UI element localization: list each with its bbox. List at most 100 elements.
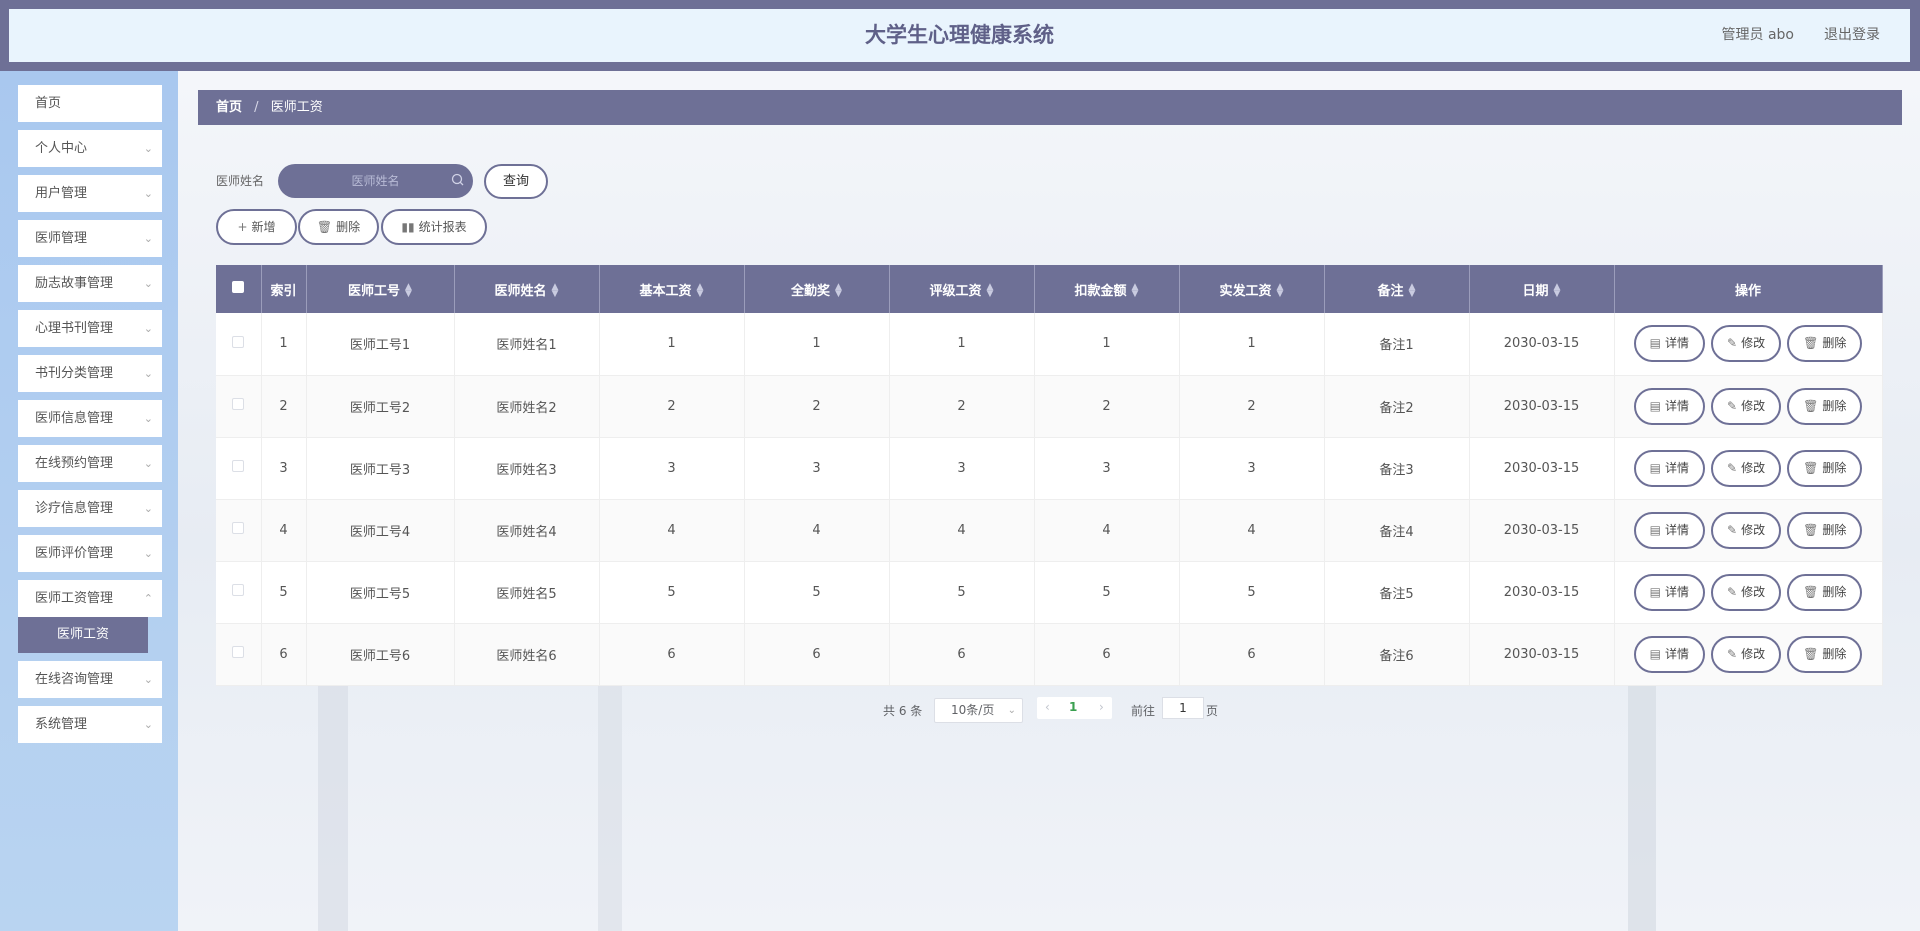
add-button[interactable]: + 新增 — [216, 209, 297, 245]
row-delete-button[interactable]: 🗑 删除 — [1787, 573, 1863, 611]
trash-icon: 🗑 — [1803, 522, 1819, 537]
prev-page-icon[interactable]: ‹ — [1045, 700, 1050, 714]
search-input[interactable] — [278, 164, 473, 198]
chevron-down-icon: ⌄ — [143, 718, 153, 731]
document-icon: ▤ — [1649, 584, 1661, 599]
sidebar-item-story-management[interactable]: 励志故事管理 ⌄ — [18, 265, 162, 302]
table-cell-name: 医师姓名4 — [454, 499, 600, 562]
table-cell-attendance: 6 — [744, 623, 890, 686]
sort-icon[interactable]: ▲ ▼ — [405, 283, 412, 299]
sort-icon[interactable]: ▲ ▼ — [987, 283, 994, 299]
sidebar-item-doctor-info[interactable]: 医师信息管理 ⌄ — [18, 400, 162, 437]
row-checkbox[interactable] — [232, 398, 245, 410]
bar-chart-icon: ▮▮ — [401, 220, 415, 234]
row-select-cell[interactable] — [216, 437, 262, 500]
table-cell-name: 医师姓名6 — [454, 623, 600, 686]
row-delete-button[interactable]: 🗑 删除 — [1787, 635, 1863, 673]
row-checkbox[interactable] — [232, 335, 245, 348]
table-cell-note: 备注2 — [1324, 375, 1470, 438]
column-header[interactable]: 全勤奖 ▲ ▼ — [744, 265, 890, 313]
edit-button[interactable]: ✎ 修改 — [1711, 387, 1782, 425]
detail-button[interactable]: ▤ 详情 — [1633, 511, 1706, 549]
sidebar-item-label: 在线预约管理 — [35, 456, 114, 471]
edit-button-label: 修改 — [1741, 522, 1766, 537]
page-size-select[interactable]: 10条/页 ⌄ — [934, 698, 1023, 723]
row-checkbox[interactable] — [232, 460, 245, 472]
sidebar-item-consultation[interactable]: 在线咨询管理 ⌄ — [18, 661, 162, 698]
sidebar-item-doctor-review[interactable]: 医师评价管理 ⌄ — [18, 535, 162, 572]
table-cell-name: 医师姓名3 — [454, 437, 600, 500]
page-number[interactable]: 1 — [1069, 700, 1077, 714]
logout-link[interactable]: 退出登录 — [1824, 9, 1880, 62]
sort-icon[interactable]: ▲ ▼ — [697, 283, 704, 299]
sidebar-item-appointment[interactable]: 在线预约管理 ⌄ — [18, 445, 162, 482]
sort-icon[interactable]: ▲ ▼ — [835, 283, 842, 299]
sort-icon[interactable]: ▲ ▼ — [1409, 283, 1416, 299]
select-all-cell[interactable] — [216, 265, 262, 313]
edit-button[interactable]: ✎ 修改 — [1711, 573, 1782, 611]
detail-button[interactable]: ▤ 详情 — [1633, 387, 1706, 425]
table-cell-grade: 6 — [889, 623, 1035, 686]
select-all-checkbox[interactable] — [232, 281, 245, 293]
pencil-icon: ✎ — [1727, 336, 1738, 351]
sort-icon[interactable]: ▲ ▼ — [552, 283, 559, 299]
table-cell-actual: 1 — [1179, 313, 1325, 376]
row-select-cell[interactable] — [216, 499, 262, 562]
row-actions: ▤ 详情 ✎ 修改 🗑 删除 — [1614, 623, 1883, 686]
edit-button[interactable]: ✎ 修改 — [1711, 325, 1782, 363]
edit-button[interactable]: ✎ 修改 — [1711, 511, 1782, 549]
column-header[interactable]: 基本工资 ▲ ▼ — [599, 265, 745, 313]
page-navigator: ‹ 1 › — [1037, 697, 1112, 719]
sort-icon[interactable]: ▲ ▼ — [1132, 283, 1139, 299]
report-button[interactable]: ▮▮ 统计报表 — [381, 209, 487, 245]
sidebar-item-diagnosis[interactable]: 诊疗信息管理 ⌄ — [18, 490, 162, 527]
sidebar-item-home[interactable]: 首页 — [18, 85, 162, 122]
edit-button[interactable]: ✎ 修改 — [1711, 449, 1782, 487]
row-select-cell[interactable] — [216, 313, 262, 376]
detail-button[interactable]: ▤ 详情 — [1633, 449, 1706, 487]
row-checkbox[interactable] — [232, 646, 245, 658]
sort-icon[interactable]: ▲ ▼ — [1554, 283, 1561, 299]
detail-button[interactable]: ▤ 详情 — [1633, 573, 1706, 611]
row-delete-button[interactable]: 🗑 删除 — [1787, 449, 1863, 487]
sort-icon[interactable]: ▲ ▼ — [1277, 283, 1284, 299]
row-delete-button[interactable]: 🗑 删除 — [1787, 387, 1863, 425]
table-cell-deduction: 6 — [1034, 623, 1180, 686]
sidebar-item-book-category[interactable]: 书刊分类管理 ⌄ — [18, 355, 162, 392]
delete-button[interactable]: 🗑 删除 — [298, 209, 379, 245]
chevron-down-icon: ⌄ — [143, 367, 153, 380]
breadcrumb-home[interactable]: 首页 — [216, 100, 242, 115]
row-delete-button[interactable]: 🗑 删除 — [1787, 325, 1863, 363]
sidebar-item-book-management[interactable]: 心理书刊管理 ⌄ — [18, 310, 162, 347]
column-header[interactable]: 医师工号 ▲ ▼ — [306, 265, 455, 313]
goto-page-input[interactable] — [1162, 697, 1204, 719]
column-header[interactable]: 医师姓名 ▲ ▼ — [454, 265, 600, 313]
column-header[interactable]: 备注 ▲ ▼ — [1324, 265, 1470, 313]
column-header[interactable]: 日期 ▲ ▼ — [1469, 265, 1615, 313]
sidebar-item-personal-center[interactable]: 个人中心 ⌄ — [18, 130, 162, 167]
detail-button[interactable]: ▤ 详情 — [1633, 325, 1706, 363]
sidebar-item-doctor-management[interactable]: 医师管理 ⌄ — [18, 220, 162, 257]
sidebar-item-doctor-salary[interactable]: 医师工资管理 ⌃ — [18, 580, 162, 617]
column-header[interactable]: 评级工资 ▲ ▼ — [889, 265, 1035, 313]
row-select-cell[interactable] — [216, 561, 262, 624]
row-actions: ▤ 详情 ✎ 修改 🗑 删除 — [1614, 561, 1883, 624]
detail-button[interactable]: ▤ 详情 — [1633, 635, 1706, 673]
detail-button-label: 详情 — [1665, 646, 1690, 661]
row-select-cell[interactable] — [216, 375, 262, 438]
column-header[interactable]: 扣款金额 ▲ ▼ — [1034, 265, 1180, 313]
row-delete-button[interactable]: 🗑 删除 — [1787, 511, 1863, 549]
sidebar-subitem-doctor-salary[interactable]: 医师工资 — [18, 617, 148, 653]
row-checkbox[interactable] — [232, 584, 245, 596]
row-checkbox[interactable] — [232, 522, 245, 534]
next-page-icon[interactable]: › — [1099, 700, 1104, 714]
sidebar-item-system[interactable]: 系统管理 ⌄ — [18, 706, 162, 743]
row-select-cell[interactable] — [216, 623, 262, 686]
edit-button[interactable]: ✎ 修改 — [1711, 635, 1782, 673]
column-header[interactable]: 实发工资 ▲ ▼ — [1179, 265, 1325, 313]
app-title: 大学生心理健康系统 — [865, 23, 1054, 47]
query-button[interactable]: 查询 — [484, 164, 548, 199]
sidebar-item-user-management[interactable]: 用户管理 ⌄ — [18, 175, 162, 212]
trash-icon: 🗑 — [1803, 336, 1819, 351]
edit-button-label: 修改 — [1741, 460, 1766, 475]
